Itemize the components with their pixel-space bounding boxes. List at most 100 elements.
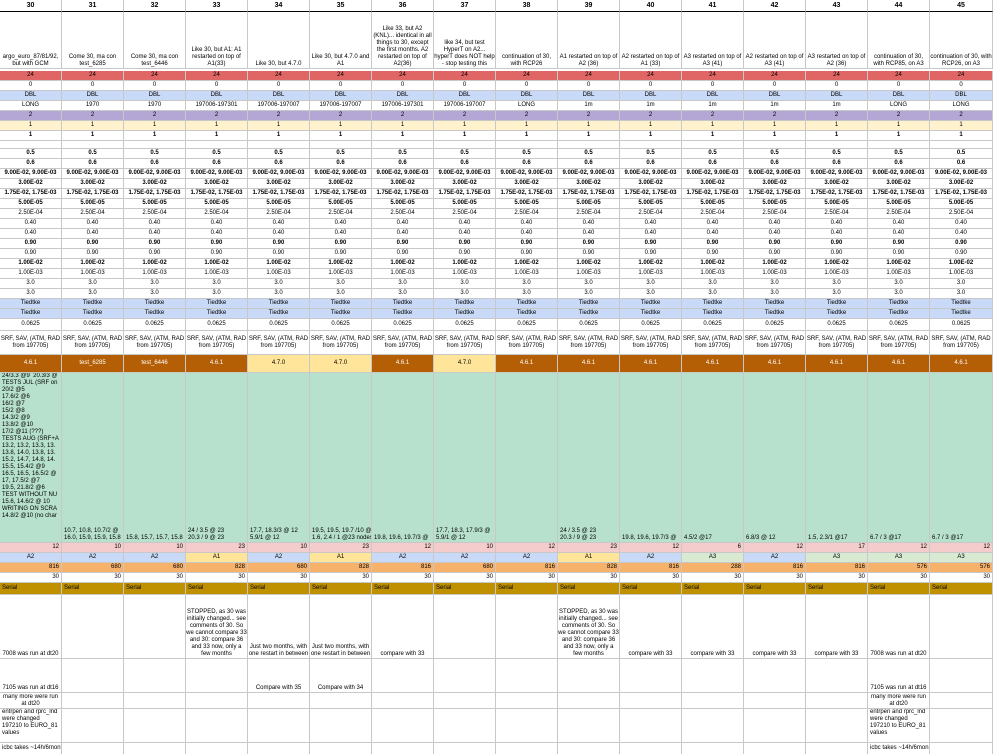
run-length-col-42[interactable]: 1m [744,101,806,111]
param-9e-col-36[interactable]: 9.00E-02, 9.00E-03 [372,169,434,179]
option-2-col-36[interactable]: 2 [372,111,434,121]
note-2-col-37[interactable] [434,659,496,693]
column-header-col-44[interactable]: 44 [868,0,930,12]
param-25e-col-43[interactable]: 2.50E-04 [806,209,868,219]
nodes-col-44[interactable]: 12 [868,543,930,553]
param-040a-col-34[interactable]: 0.40 [248,219,310,229]
param-9e-col-38[interactable]: 9.00E-02, 9.00E-03 [496,169,558,179]
param-040a-col-32[interactable]: 0.40 [124,219,186,229]
param-06-col-44[interactable]: 0.6 [868,159,930,169]
note-3-col-42[interactable] [744,693,806,709]
param-040a-col-30[interactable]: 0.40 [0,219,62,229]
option-1b-col-35[interactable]: 1 [310,131,372,141]
convection-2-col-43[interactable]: Tiedtke [806,309,868,319]
param-3e-col-43[interactable]: 3.00E-02 [806,179,868,189]
note-2-col-40[interactable] [620,659,682,693]
output-streams-col-45[interactable]: SRF, SAV, (ATM, RAD from 197705) [930,331,993,355]
param-25e-col-37[interactable]: 2.50E-04 [434,209,496,219]
column-header-col-43[interactable]: 43 [806,0,868,12]
param-090b-col-42[interactable]: 0.90 [744,249,806,259]
io-mode-col-34[interactable]: Serial [248,583,310,595]
option-2-col-38[interactable]: 2 [496,111,558,121]
note-1-col-33[interactable]: STOPPED, as 30 was initially changed... … [186,595,248,659]
param-1e3-col-45[interactable]: 1.00E-03 [930,269,993,279]
hours-col-30[interactable]: 24 [0,71,62,81]
param-9e-col-34[interactable]: 9.00E-02, 9.00E-03 [248,169,310,179]
param-06-col-42[interactable]: 0.6 [744,159,806,169]
description-col-30[interactable]: argo_euro_87/81/92, but with GCM [0,12,62,69]
param-06-col-33[interactable]: 0.6 [186,159,248,169]
spacer-col-32[interactable] [124,141,186,149]
note-3-col-35[interactable] [310,693,372,709]
param-5e-col-32[interactable]: 5.00E-05 [124,199,186,209]
note-4-col-35[interactable] [310,709,372,743]
option-1b-col-34[interactable]: 1 [248,131,310,141]
param-090b-col-45[interactable]: 0.90 [930,249,993,259]
performance-col-34[interactable]: 17.7, 18.3/3 @ 12 5.9/1 @ 12 [248,373,310,543]
param-9e-col-45[interactable]: 9.00E-02, 9.00E-03 [930,169,993,179]
param-175-col-44[interactable]: 1.75E-02, 1.75E-03 [868,189,930,199]
param-0625-col-44[interactable]: 0.0625 [868,319,930,331]
note-3-col-45[interactable] [930,693,993,709]
param-040b-col-41[interactable]: 0.40 [682,229,744,239]
description-col-41[interactable]: A3 restarted on top of A3 (41) [682,12,744,69]
param-3e-col-39[interactable]: 3.00E-02 [558,179,620,189]
column-header-col-32[interactable]: 32 [124,0,186,12]
output-streams-col-30[interactable]: SRF, SAV, (ATM, RAD from 197705) [0,331,62,355]
run-length-col-37[interactable]: 197006-197007 [434,101,496,111]
note-5-col-33[interactable] [186,743,248,754]
architecture-col-43[interactable]: A3 [806,553,868,563]
param-05-col-31[interactable]: 0.5 [62,149,124,159]
processors-col-43[interactable]: 816 [806,563,868,573]
param-040a-col-44[interactable]: 0.40 [868,219,930,229]
processors-col-40[interactable]: 816 [620,563,682,573]
param-0625-col-36[interactable]: 0.0625 [372,319,434,331]
note-4-col-33[interactable] [186,709,248,743]
note-4-col-43[interactable] [806,709,868,743]
nodes-col-37[interactable]: 10 [434,543,496,553]
column-header-col-36[interactable]: 36 [372,0,434,12]
column-header-col-33[interactable]: 33 [186,0,248,12]
note-2-col-45[interactable] [930,659,993,693]
architecture-col-31[interactable]: A2 [62,553,124,563]
param-3e-col-38[interactable]: 3.00E-02 [496,179,558,189]
model-version-col-33[interactable]: 4.6.1 [186,355,248,373]
days-col-38[interactable]: 30 [496,573,558,583]
note-2-col-36[interactable] [372,659,434,693]
hours-col-32[interactable]: 24 [124,71,186,81]
param-1e3-col-30[interactable]: 1.00E-03 [0,269,62,279]
note-5-col-41[interactable] [682,743,744,754]
io-mode-col-35[interactable]: Serial [310,583,372,595]
run-length-col-38[interactable]: LONG [496,101,558,111]
hours-col-35[interactable]: 24 [310,71,372,81]
param-040a-col-36[interactable]: 0.40 [372,219,434,229]
param-9e-col-42[interactable]: 9.00E-02, 9.00E-03 [744,169,806,179]
param-30b-col-41[interactable]: 3.0 [682,289,744,299]
days-col-41[interactable]: 30 [682,573,744,583]
param-3e-col-34[interactable]: 3.00E-02 [248,179,310,189]
option-1b-col-40[interactable]: 1 [620,131,682,141]
note-1-col-44[interactable]: 7008 was run at dt20 [868,595,930,659]
spacer-col-45[interactable] [930,141,993,149]
spacer-col-42[interactable] [744,141,806,149]
option-2-col-30[interactable]: 2 [0,111,62,121]
param-5e-col-33[interactable]: 5.00E-05 [186,199,248,209]
param-175-col-39[interactable]: 1.75E-02, 1.75E-03 [558,189,620,199]
option-1b-col-30[interactable]: 1 [0,131,62,141]
nodes-col-30[interactable]: 12 [0,543,62,553]
note-4-col-44[interactable]: entrpen and rprc_lnd were changed 197210… [868,709,930,743]
param-040b-col-31[interactable]: 0.40 [62,229,124,239]
param-1e3-col-31[interactable]: 1.00E-03 [62,269,124,279]
param-06-col-43[interactable]: 0.6 [806,159,868,169]
option-2-col-43[interactable]: 2 [806,111,868,121]
zero-col-38[interactable]: 0 [496,81,558,91]
nodes-col-42[interactable]: 12 [744,543,806,553]
zero-col-33[interactable]: 0 [186,81,248,91]
note-3-col-36[interactable] [372,693,434,709]
param-175-col-30[interactable]: 1.75E-02, 1.75E-03 [0,189,62,199]
processors-col-30[interactable]: 816 [0,563,62,573]
param-175-col-37[interactable]: 1.75E-02, 1.75E-03 [434,189,496,199]
performance-col-43[interactable]: 1.5, 2.3/1 @17 [806,373,868,543]
param-3e-col-40[interactable]: 3.00E-02 [620,179,682,189]
param-090b-col-43[interactable]: 0.90 [806,249,868,259]
